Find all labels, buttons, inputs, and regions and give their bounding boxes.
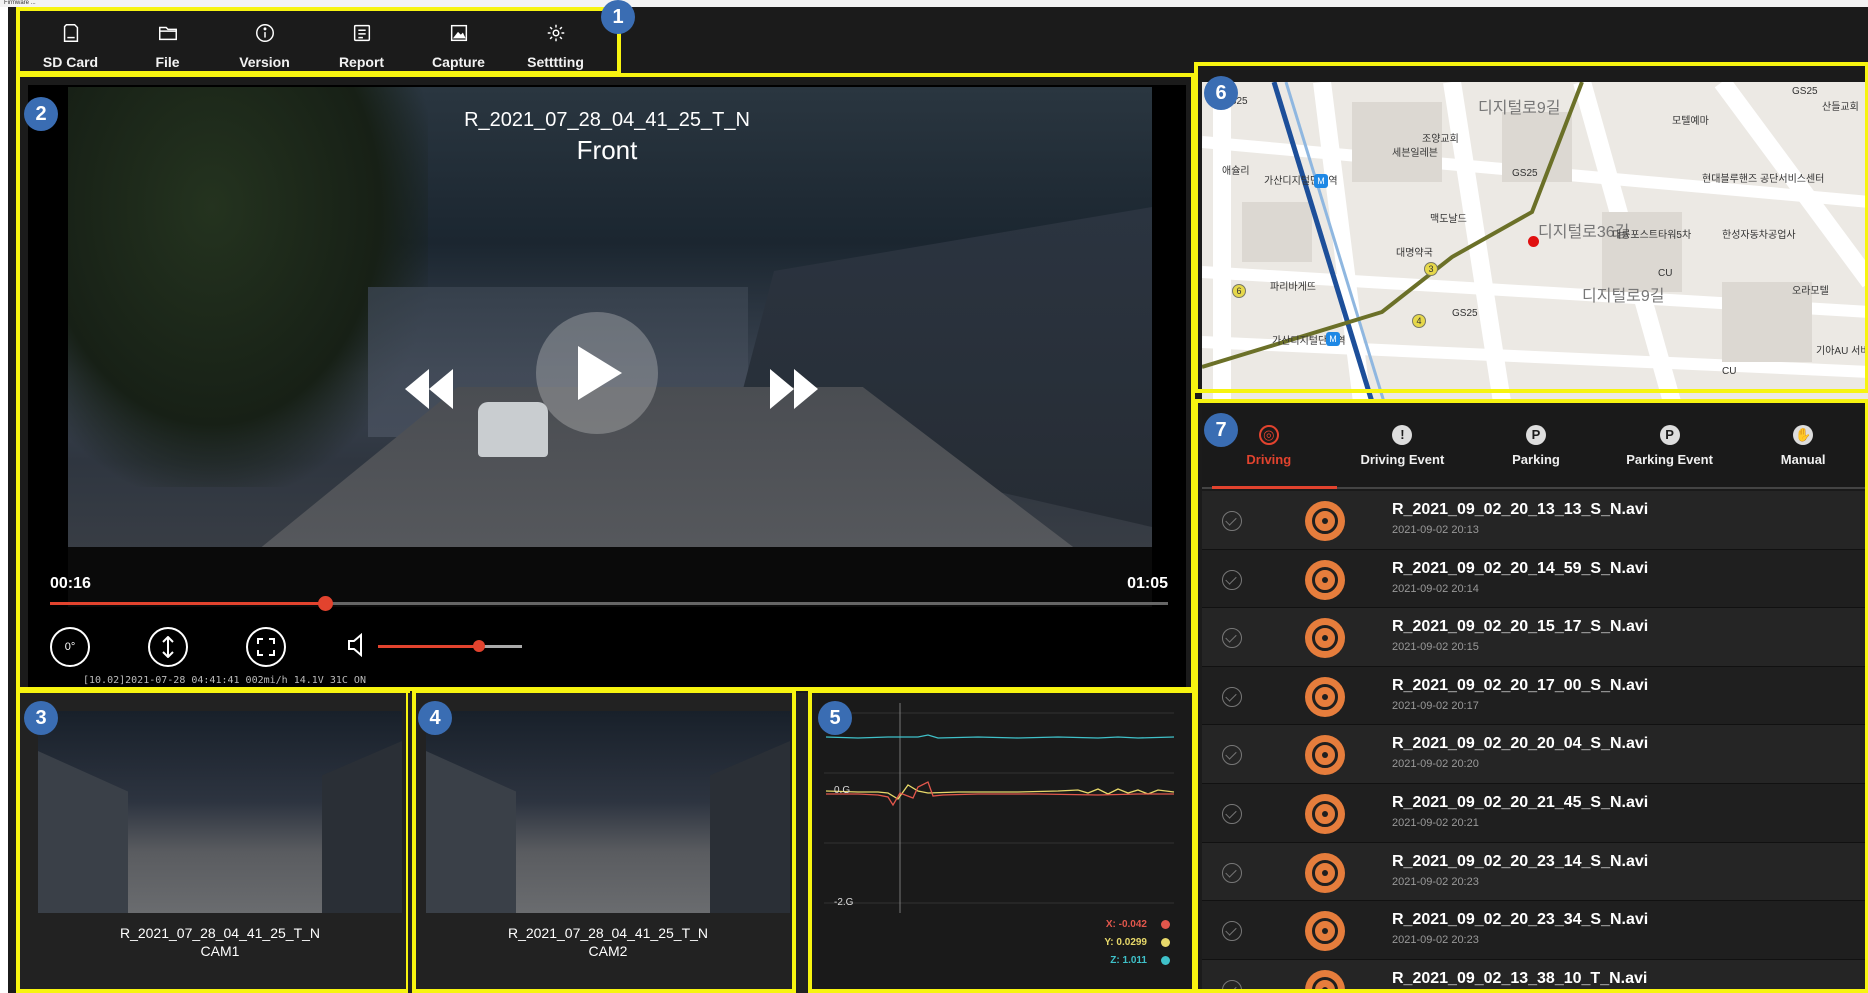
badge-2: 2 xyxy=(24,97,58,131)
badge-3: 3 xyxy=(24,701,58,735)
highlight-map xyxy=(1194,62,1868,393)
window-titlebar: Firmware ... xyxy=(0,0,1868,7)
highlight-gsensor xyxy=(808,689,1196,993)
badge-5: 5 xyxy=(818,701,852,735)
badge-4: 4 xyxy=(418,701,452,735)
highlight-cam2 xyxy=(412,689,796,993)
badge-1: 1 xyxy=(601,0,635,34)
highlight-cam1 xyxy=(16,689,410,993)
highlight-file-list xyxy=(1194,399,1868,993)
highlight-player xyxy=(16,73,1195,691)
badge-6: 6 xyxy=(1204,76,1238,110)
badge-7: 7 xyxy=(1204,413,1238,447)
app-window: SD Card File Version Report Capture Sett… xyxy=(8,0,1868,993)
highlight-toolbar xyxy=(16,7,621,75)
